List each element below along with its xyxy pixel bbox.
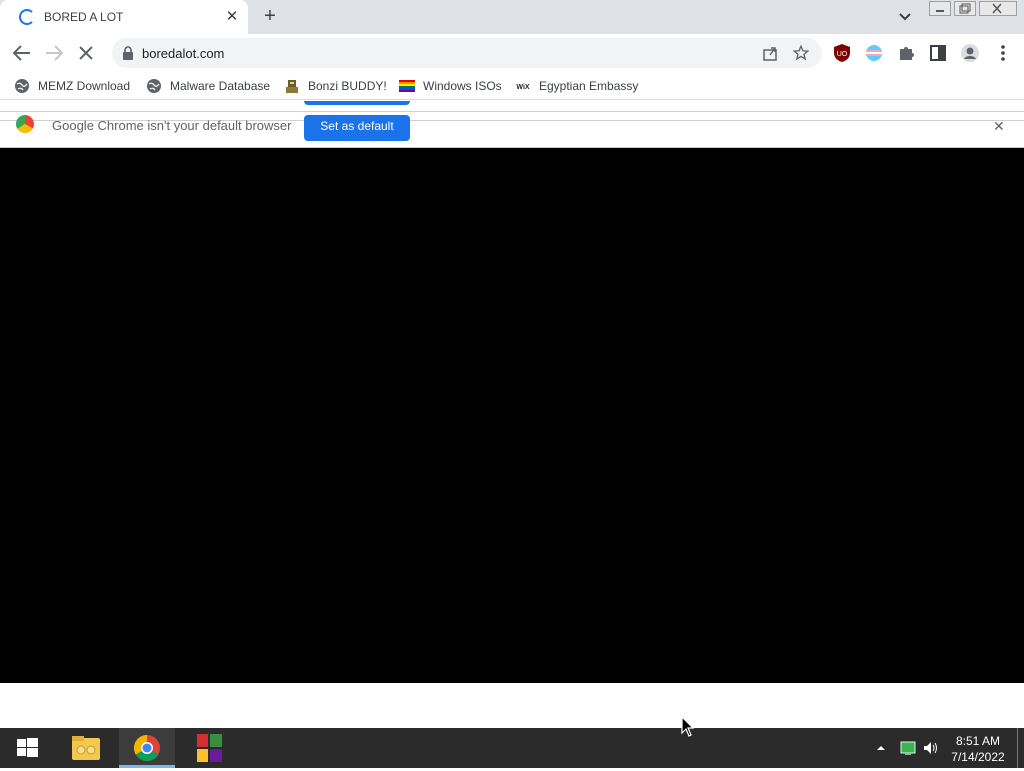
bookmark-memz-download[interactable]: MEMZ Download <box>14 77 130 95</box>
bookmark-label: Malware Database <box>170 79 271 93</box>
chrome-icon <box>133 734 160 762</box>
globe-icon <box>15 79 29 93</box>
minimize-button[interactable] <box>929 1 951 16</box>
globe-icon <box>147 79 161 93</box>
close-window-button[interactable] <box>979 1 1017 16</box>
show-desktop-button[interactable] <box>1017 728 1018 768</box>
tray-chevron-up-icon[interactable] <box>876 744 886 752</box>
bonzi-icon <box>286 80 298 93</box>
chrome-menu-kebab-icon[interactable] <box>993 43 1013 63</box>
tab-bored-a-lot[interactable]: BORED A LOT ✕ <box>0 0 248 34</box>
clock-time: 8:51 AM <box>955 734 1001 748</box>
infobar-close-button[interactable]: ✕ <box>993 118 1005 135</box>
restore-button[interactable] <box>954 1 976 16</box>
page-content-white-area <box>0 683 1024 728</box>
forward-arrow-icon[interactable] <box>42 41 66 65</box>
side-panel-icon[interactable] <box>928 43 948 63</box>
tab-search-chevron-icon[interactable] <box>896 9 914 25</box>
start-button[interactable] <box>0 728 56 768</box>
network-monitor-icon[interactable] <box>899 740 917 756</box>
url-text[interactable]: boredalot.com <box>142 46 224 61</box>
clock-date: 7/14/2022 <box>951 750 1005 764</box>
rainbow-flag-icon <box>399 80 415 92</box>
browser-toolbar: boredalot.com UO <box>0 34 1024 72</box>
address-bar[interactable]: boredalot.com <box>112 38 822 68</box>
pride-extension-icon[interactable] <box>864 43 884 63</box>
tab-close-button[interactable]: ✕ <box>222 7 242 27</box>
stop-loading-icon[interactable] <box>74 41 98 65</box>
new-tab-button[interactable]: + <box>258 5 282 29</box>
bookmark-label: Egyptian Embassy <box>539 79 639 93</box>
back-arrow-icon[interactable] <box>10 41 34 65</box>
volume-speaker-icon[interactable] <box>922 740 940 756</box>
ghost-button-edge <box>304 101 410 105</box>
bookmark-label: Bonzi BUDDY! <box>308 79 387 93</box>
share-icon[interactable] <box>762 45 778 61</box>
bookmark-label: Windows ISOs <box>423 79 502 93</box>
bookmark-label: MEMZ Download <box>38 79 131 93</box>
bookmark-egyptian-embassy[interactable]: WiX Egyptian Embassy <box>515 77 638 95</box>
windows-logo-icon <box>17 738 38 757</box>
svg-text:WiX: WiX <box>516 84 529 91</box>
extensions-puzzle-icon[interactable] <box>896 43 916 63</box>
infobar-message: Google Chrome isn't your default browser <box>52 118 292 133</box>
set-as-default-button[interactable]: Set as default <box>304 115 410 141</box>
bookmark-bonzi-buddy[interactable]: Bonzi BUDDY! <box>284 77 387 95</box>
lock-icon[interactable] <box>122 46 134 60</box>
default-browser-infobar: Google Chrome isn't your default browser… <box>0 101 1024 148</box>
tab-title: BORED A LOT <box>44 10 124 24</box>
bookmark-malware-database[interactable]: Malware Database <box>146 77 270 95</box>
windows-taskbar: 8:51 AM 7/14/2022 <box>0 728 1024 768</box>
taskbar-app-squares[interactable] <box>182 728 238 768</box>
page-content-black[interactable] <box>0 148 1024 683</box>
mouse-cursor-icon <box>681 716 695 737</box>
bookmark-windows-isos[interactable]: Windows ISOs <box>399 77 502 95</box>
bookmark-star-icon[interactable] <box>792 44 810 62</box>
colored-squares-icon <box>197 734 222 762</box>
tab-strip: BORED A LOT ✕ + <box>0 0 1024 34</box>
taskbar-file-explorer[interactable] <box>58 728 114 768</box>
loading-spinner-icon <box>19 9 35 25</box>
chrome-logo-icon <box>16 115 34 133</box>
taskbar-chrome[interactable] <box>119 728 175 768</box>
ublock-origin-icon[interactable]: UO <box>832 43 852 63</box>
bookmarks-bar: MEMZ Download Malware Database Bonzi BUD… <box>0 72 1024 100</box>
svg-text:UO: UO <box>837 51 848 58</box>
profile-avatar-icon[interactable] <box>960 43 980 63</box>
folder-icon <box>72 736 100 760</box>
wix-icon: WiX <box>516 84 529 91</box>
system-clock[interactable]: 8:51 AM 7/14/2022 <box>944 733 1012 765</box>
